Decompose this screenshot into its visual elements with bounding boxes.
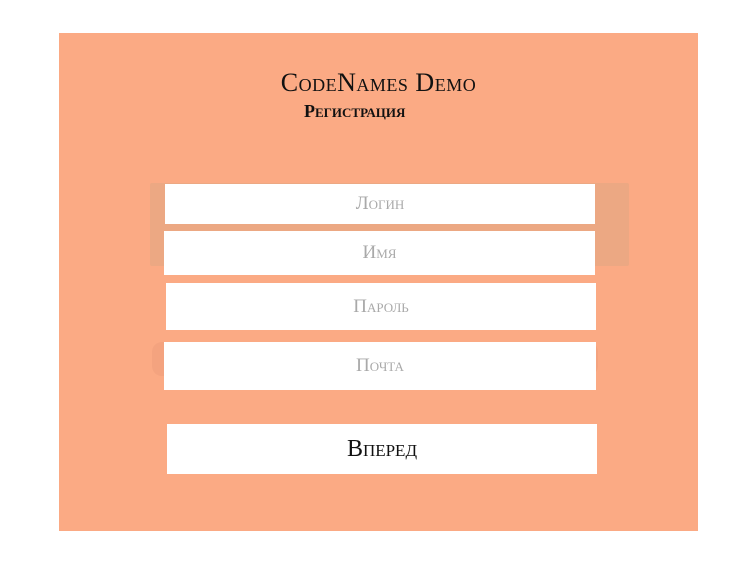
submit-button[interactable]: Вперед xyxy=(167,424,597,474)
login-input[interactable] xyxy=(165,184,595,224)
email-input[interactable] xyxy=(164,342,596,390)
app-title: CodeNames Demo xyxy=(280,68,477,97)
password-input[interactable] xyxy=(166,283,596,330)
page-title: Регистрация xyxy=(304,101,406,121)
name-input[interactable] xyxy=(164,231,595,275)
registration-panel: CodeNames Demo Регистрация Вперед xyxy=(59,33,698,531)
